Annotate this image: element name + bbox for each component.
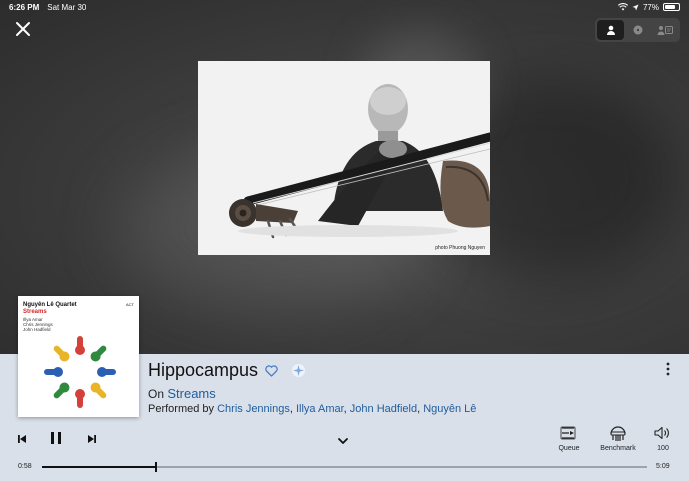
benchmark-label: Benchmark (600, 445, 636, 452)
more-options-button[interactable] (662, 362, 674, 381)
heart-icon (265, 365, 278, 377)
pause-button[interactable] (48, 430, 64, 451)
album-art[interactable]: Nguyên Lê Quartet Streams ACT Illya Amar… (18, 296, 139, 417)
status-bar: 6:26 PM Sat Mar 30 77% (0, 0, 689, 14)
performers-line: Performed by Chris Jennings, Illya Amar,… (148, 403, 477, 415)
previous-track-button[interactable] (16, 432, 28, 450)
pause-icon (51, 432, 61, 444)
radio-button[interactable] (291, 363, 306, 383)
close-icon (16, 22, 30, 36)
artist-photo: photo Phuong Nguyen (198, 61, 490, 255)
person-card-icon (657, 26, 673, 35)
more-vertical-icon (666, 362, 670, 376)
speaker-icon (654, 426, 669, 440)
progress-knob[interactable] (154, 462, 157, 472)
album-link[interactable]: Streams (167, 386, 215, 401)
benchmark-button[interactable] (608, 424, 628, 447)
album-art-flower-graphic (44, 336, 116, 408)
progress-slider[interactable] (42, 462, 647, 472)
next-track-button[interactable] (86, 432, 98, 450)
performer-link[interactable]: John Hadfield (350, 403, 417, 415)
favorite-button[interactable] (265, 364, 278, 382)
sparkle-icon (292, 364, 305, 377)
disc-icon (633, 25, 642, 35)
person-icon (606, 25, 615, 35)
skip-back-icon (18, 435, 26, 443)
chevron-down-icon (338, 438, 348, 444)
progress-fill (42, 466, 156, 468)
skip-forward-icon (88, 435, 96, 443)
location-icon (632, 4, 639, 10)
volume-level: 100 (657, 445, 669, 452)
collapse-button[interactable] (337, 433, 349, 451)
status-time: 6:26 PM (9, 2, 40, 12)
queue-label: Queue (558, 445, 580, 452)
queue-icon (560, 426, 576, 440)
battery-icon (663, 3, 680, 11)
status-date: Sat Mar 30 (47, 2, 87, 12)
close-button[interactable] (14, 20, 32, 38)
album-line: On Streams (148, 386, 216, 401)
on-prefix: On (148, 387, 165, 401)
performed-by-prefix: Performed by (148, 403, 215, 415)
elapsed-time: 0:58 (18, 463, 32, 470)
artist-photo-tab[interactable] (597, 20, 624, 40)
volume-button[interactable] (654, 426, 672, 445)
track-title: Hippocampus (148, 360, 259, 380)
benchmark-icon (610, 426, 626, 441)
album-art-tab[interactable] (624, 20, 651, 40)
performer-link[interactable]: Nguyên Lê (423, 403, 476, 415)
duration-time: 5:09 (656, 463, 670, 470)
view-segmented-control (595, 18, 680, 42)
photo-credit: photo Phuong Nguyen (435, 245, 485, 251)
performer-link[interactable]: Chris Jennings (217, 403, 290, 415)
artist-photo-image (198, 61, 490, 255)
battery-percent: 77% (642, 2, 659, 12)
lyrics-tab[interactable] (651, 20, 678, 40)
wifi-icon (617, 3, 628, 11)
performer-link[interactable]: Illya Amar (296, 403, 344, 415)
queue-button[interactable] (560, 426, 576, 445)
